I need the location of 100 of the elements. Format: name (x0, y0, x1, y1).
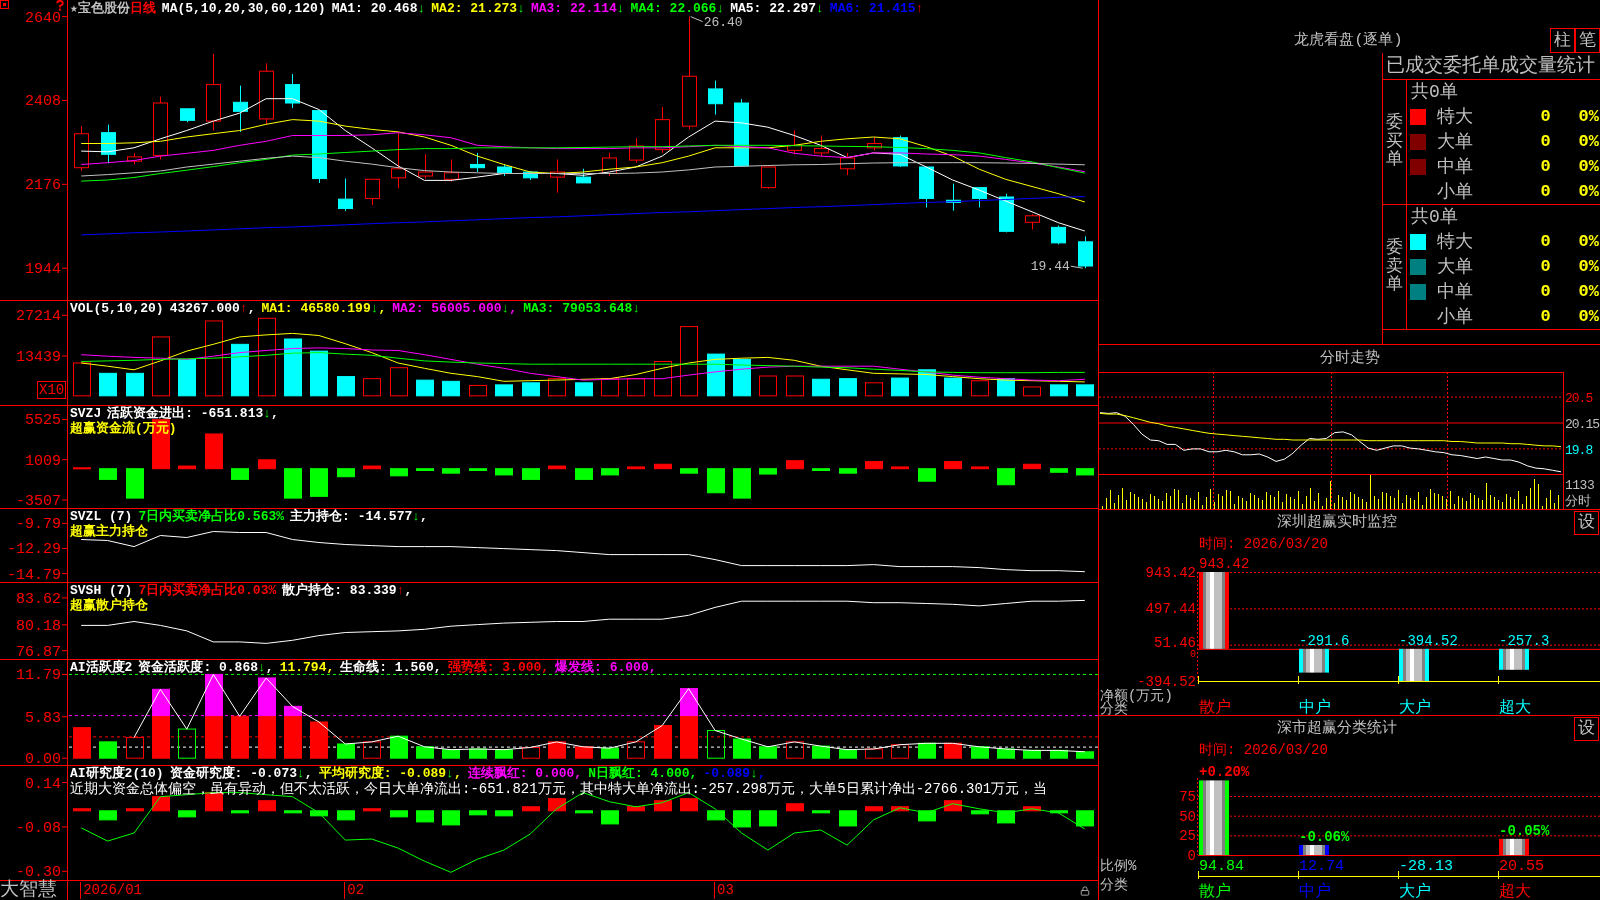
time-label: 时间: 2026/03/20 (1199, 742, 1328, 758)
order-percent: 0% (1578, 131, 1599, 152)
category-label: 大户 (1399, 699, 1431, 715)
candle (418, 153, 433, 180)
indicator-name: AI活跃度2 (70, 660, 133, 675)
bar (733, 358, 751, 397)
axis-label: -14.79 (7, 566, 61, 582)
bar (522, 806, 540, 812)
axis-label: 25 (1179, 828, 1196, 845)
order-type: 中单 (1437, 156, 1473, 177)
candle (761, 166, 776, 190)
bar (390, 367, 408, 397)
bar (178, 810, 196, 818)
legend-value: 7日内买卖净占比0.563% (138, 509, 285, 524)
bar (575, 382, 593, 397)
bar (363, 378, 381, 397)
bar (548, 741, 566, 759)
axis-label: 19.8 (1565, 442, 1593, 458)
mode-button[interactable]: 柱 (1550, 28, 1575, 53)
bar (839, 378, 857, 397)
axis-label: 27214 (16, 308, 61, 326)
axis-label: -3507 (16, 492, 61, 508)
bar (231, 343, 249, 397)
bar (390, 810, 408, 818)
order-percent: 0% (1578, 281, 1599, 302)
order-type: 大单 (1437, 131, 1473, 152)
mode-button[interactable]: 笔 (1575, 28, 1600, 53)
panel-title: 分时走势 (1319, 349, 1380, 368)
settings-button[interactable]: 设 (1574, 511, 1599, 535)
candle (708, 80, 723, 116)
ratio-label: 12.74 (1299, 858, 1344, 875)
bar (99, 372, 117, 397)
bar (918, 369, 936, 397)
bar (99, 741, 117, 759)
bar (416, 379, 434, 397)
settings-button[interactable]: 设 (1574, 717, 1599, 741)
bar (284, 810, 302, 814)
legend-value: MA5: 22.297↓ (730, 1, 824, 16)
bar (469, 748, 487, 759)
bar (522, 382, 540, 397)
bar (469, 810, 487, 816)
value-label: -394.52 (1399, 632, 1458, 649)
ma-parameters: MA(5,10,20,30,60,120) (161, 1, 326, 16)
candle (946, 183, 961, 212)
candle (101, 124, 116, 164)
bar (337, 468, 355, 478)
bar (178, 728, 196, 759)
bar (759, 375, 777, 397)
legend-value: 连续飘红: 0.000, (467, 766, 583, 781)
bar (73, 727, 91, 759)
bar (1299, 648, 1329, 673)
ratio-label: 20.55 (1499, 858, 1544, 875)
bar (548, 378, 566, 397)
bar (601, 747, 619, 759)
bar (73, 808, 91, 812)
category-label: 大户 (1399, 883, 1431, 900)
bar (891, 744, 909, 759)
bar (654, 361, 672, 397)
bar (178, 358, 196, 397)
axis-label: 分时 (1565, 494, 1591, 509)
change-label: -0.05% (1499, 822, 1550, 839)
bar (918, 468, 936, 482)
candle (444, 158, 459, 183)
order-type: 特大 (1437, 231, 1473, 252)
bar (284, 338, 302, 397)
bar (601, 468, 619, 476)
bar (839, 749, 857, 759)
bar (680, 468, 698, 474)
legend-value: MA1: 20.468↓ (331, 1, 426, 16)
order-percent: 0% (1578, 181, 1599, 202)
axis-label: 50 (1179, 808, 1196, 825)
bar (152, 336, 170, 397)
axis-label: 1009 (25, 452, 61, 470)
indicator-name: SVSH (7) (70, 583, 133, 598)
bar (865, 748, 883, 759)
bar (495, 468, 513, 476)
bar (971, 380, 989, 397)
bar (575, 810, 593, 814)
bar (1023, 386, 1041, 397)
bar (680, 798, 698, 812)
candle (523, 170, 538, 181)
axis-label: 20.15 (1565, 417, 1599, 432)
axis-title: 比例% (1100, 858, 1137, 874)
bar (310, 468, 328, 497)
legend-value: 7日内买卖净占比0.03% (138, 583, 277, 598)
axis-label: 2640 (25, 9, 61, 27)
bar (416, 810, 434, 823)
legend-value: -0.089↓, (703, 766, 766, 781)
category-label: 超大 (1499, 699, 1531, 715)
bar (205, 673, 223, 717)
bar (812, 468, 830, 471)
axis-label: 1944 (25, 261, 61, 279)
bar (733, 810, 751, 828)
indicator-title: 超赢散户持仓 (70, 598, 148, 613)
indicator-title: 超赢主力持仓 (70, 524, 148, 539)
bar (337, 376, 355, 397)
annotation: 19.44 (1030, 259, 1070, 275)
bar (654, 800, 672, 812)
bar (891, 377, 909, 397)
bar (416, 468, 434, 471)
